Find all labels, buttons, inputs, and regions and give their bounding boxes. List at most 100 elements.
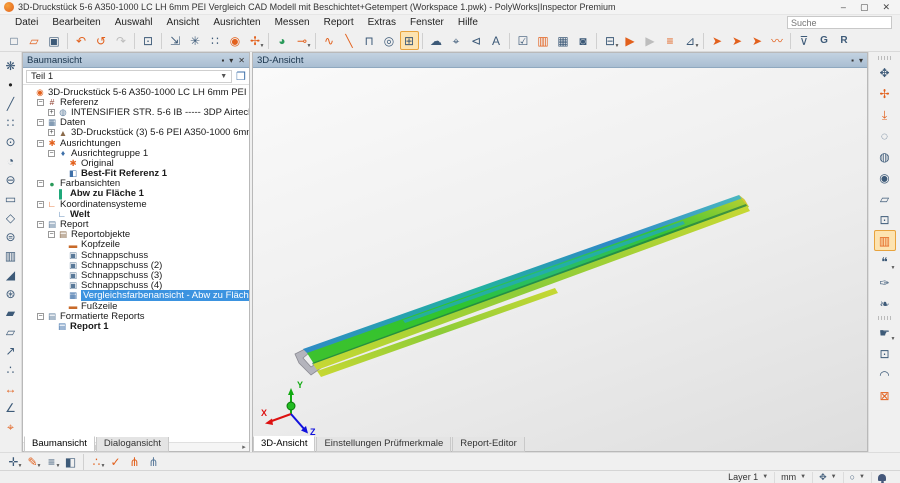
hand-cursor-icon[interactable]: ☛ ▼: [874, 322, 896, 343]
robot-arm-icon[interactable]: ⋔: [126, 454, 144, 470]
robot-arm2-icon[interactable]: ⋔: [145, 454, 163, 470]
cone-icon[interactable]: ◢: [2, 266, 20, 284]
tree-item[interactable]: ◧ Best-Fit Referenz 1: [23, 168, 249, 179]
save-icon[interactable]: ▣: [45, 31, 64, 50]
collapse-icon[interactable]: −: [37, 119, 44, 127]
menu-fenster[interactable]: Fenster: [403, 16, 451, 29]
compass-icon[interactable]: A: [487, 31, 506, 50]
collapse-icon[interactable]: −: [48, 149, 55, 157]
clapperboard-icon[interactable]: ◧: [62, 454, 80, 470]
menu-bearbeiten[interactable]: Bearbeiten: [45, 16, 107, 29]
chart-icon[interactable]: ⊿ ▼: [681, 31, 700, 50]
close-icon[interactable]: ✕: [238, 56, 245, 65]
point-grid-icon[interactable]: ∷: [206, 31, 225, 50]
probe-paint1-icon[interactable]: ➤: [708, 31, 727, 50]
probe-slider-icon[interactable]: ✛ ▼: [5, 454, 23, 470]
undo-view-icon[interactable]: ↺: [92, 31, 111, 50]
tab-report-editor[interactable]: Report-Editor: [452, 437, 525, 452]
chevron-down-icon[interactable]: ▼: [18, 463, 23, 469]
search-input[interactable]: [788, 17, 900, 28]
letter-g-icon[interactable]: G: [815, 31, 834, 50]
add-table-icon[interactable]: ▥: [534, 31, 553, 50]
point-group-icon[interactable]: ∴: [2, 361, 20, 379]
tab-baumansicht[interactable]: Baumansicht: [24, 436, 95, 452]
tree-item[interactable]: − ● Farbansichten: [23, 178, 249, 189]
chevron-down-icon[interactable]: ▼: [37, 463, 42, 469]
cloud-icon[interactable]: ☁: [427, 31, 446, 50]
scan-device-icon[interactable]: ⊸ ▼: [293, 31, 312, 50]
tree-item[interactable]: ▣ Schnappschuss (4): [23, 280, 249, 291]
close-button[interactable]: ✕: [882, 2, 890, 13]
curves-icon[interactable]: ∿: [320, 31, 339, 50]
tab-einstellungen-pr-fmerkmale[interactable]: Einstellungen Prüfmerkmale: [316, 437, 452, 452]
target-plus-icon[interactable]: ⌖: [2, 418, 20, 436]
checklist-icon[interactable]: ☑: [514, 31, 533, 50]
stamp-down-icon[interactable]: ⤓: [874, 104, 896, 125]
menu-ansicht[interactable]: Ansicht: [160, 16, 207, 29]
paint-tool-icon[interactable]: ✎ ▼: [24, 454, 42, 470]
probe-pen-icon[interactable]: ╲: [340, 31, 359, 50]
chevron-down-icon[interactable]: ▼: [615, 43, 620, 49]
zoom-region-icon[interactable]: ◌: [874, 125, 896, 146]
part-selector[interactable]: Teil 1 ▼: [26, 69, 233, 83]
gizmo-dropdown-button[interactable]: ✥ ▼: [812, 471, 843, 483]
undo-icon[interactable]: ↶: [72, 31, 91, 50]
menu-extras[interactable]: Extras: [361, 16, 403, 29]
new-file-icon[interactable]: □: [5, 31, 24, 50]
chevron-down-icon[interactable]: ▾: [859, 56, 863, 65]
axis-gizmo-icon[interactable]: ✢ ▼: [246, 31, 265, 50]
point-grid-icon[interactable]: ∷: [2, 114, 20, 132]
minimize-button[interactable]: –: [841, 2, 846, 13]
chevron-down-icon[interactable]: ▼: [891, 265, 896, 271]
grid-plus-icon[interactable]: ⊞: [399, 31, 419, 50]
search-box[interactable]: ⌕: [787, 16, 900, 29]
caliper-icon[interactable]: ⊓: [360, 31, 379, 50]
tree-item[interactable]: ▬ Kopfzeile: [23, 239, 249, 250]
collapse-icon[interactable]: −: [37, 180, 44, 188]
import-file-icon[interactable]: ⇲: [166, 31, 185, 50]
monitor-gear-icon[interactable]: ⊡: [874, 209, 896, 230]
probe-doc-icon[interactable]: ⊽: [795, 31, 814, 50]
chevron-down-icon[interactable]: ▾: [229, 56, 233, 65]
inspected-part-model[interactable]: [253, 68, 867, 437]
tree-item[interactable]: − ✱ Ausrichtungen: [23, 138, 249, 149]
vector-icon[interactable]: ↗: [2, 342, 20, 360]
zoom-search-icon[interactable]: ◍: [874, 146, 896, 167]
colormap-callout-icon[interactable]: ❝ ▼: [874, 251, 896, 272]
collapse-icon[interactable]: −: [37, 139, 44, 147]
collapse-icon[interactable]: −: [37, 312, 44, 320]
tab-3d-ansicht[interactable]: 3D-Ansicht: [253, 436, 316, 452]
pan-zoom-icon[interactable]: ✥: [874, 62, 896, 83]
ellipse-icon[interactable]: ⊜: [2, 228, 20, 246]
maximize-button[interactable]: ▢: [860, 2, 869, 13]
chevron-down-icon[interactable]: ▼: [307, 43, 312, 49]
letter-r-icon[interactable]: R: [835, 31, 854, 50]
target-check-icon[interactable]: ✓: [107, 454, 125, 470]
menu-datei[interactable]: Datei: [8, 16, 45, 29]
collapse-icon[interactable]: −: [37, 200, 44, 208]
chevron-down-icon[interactable]: ▼: [891, 336, 896, 342]
chevron-down-icon[interactable]: ▼: [695, 43, 700, 49]
angle-icon[interactable]: ∠: [2, 399, 20, 417]
surface-icon[interactable]: ▱: [2, 323, 20, 341]
tab-dialogansicht[interactable]: Dialogansicht: [95, 437, 169, 452]
probe-paint3-icon[interactable]: ➤: [748, 31, 767, 50]
slot-icon[interactable]: ⊖: [2, 171, 20, 189]
expand-icon[interactable]: +: [48, 108, 55, 116]
circle-icon[interactable]: ⊙: [2, 133, 20, 151]
chevron-down-icon[interactable]: ▼: [101, 463, 106, 469]
tree-item[interactable]: − ♦ Ausrichtegruppe 1: [23, 148, 249, 159]
redo-icon[interactable]: ↷: [112, 31, 131, 50]
sync-dropdown-button[interactable]: ○ ▼: [842, 471, 871, 483]
tree-item[interactable]: ▌ Abw zu Fläche 1: [23, 188, 249, 199]
clip-box-icon[interactable]: ▱: [874, 188, 896, 209]
align-points-icon[interactable]: ✳: [186, 31, 205, 50]
tree-item[interactable]: − # Referenz: [23, 97, 249, 108]
rect-pick-icon[interactable]: ⊠: [874, 385, 896, 406]
settings-sliders-icon[interactable]: ≡ ▼: [43, 454, 61, 470]
menu-auswahl[interactable]: Auswahl: [108, 16, 160, 29]
point-icon[interactable]: •: [2, 76, 20, 94]
polygon-icon[interactable]: ◇: [2, 209, 20, 227]
rectangle-icon[interactable]: ▭: [2, 190, 20, 208]
tree-item[interactable]: + ▲ 3D-Druckstück (3) 5-6 PEI A350-1000 6m…: [23, 127, 249, 138]
